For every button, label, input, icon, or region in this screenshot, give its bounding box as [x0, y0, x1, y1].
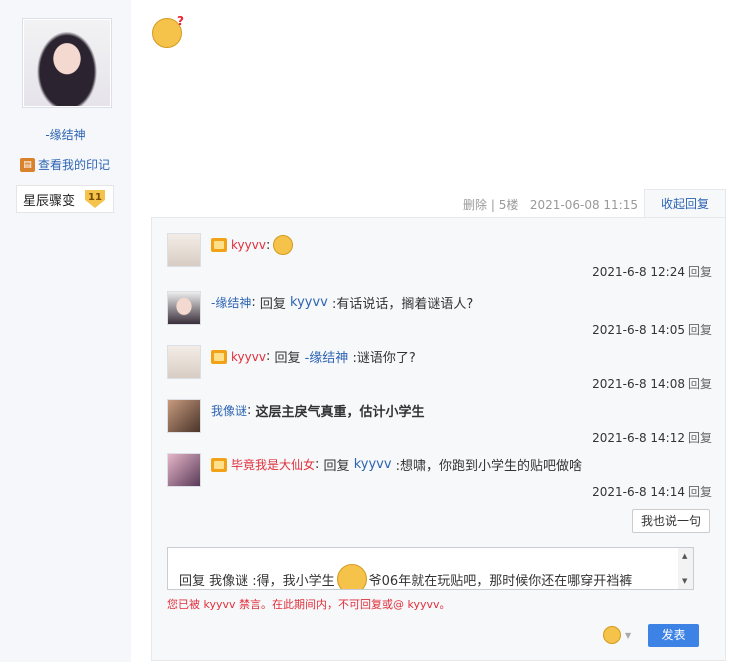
comment-text: :想啸，你跑到小学生的贴吧做啥 [395, 459, 583, 474]
level-badge[interactable]: 星辰骤变 11 [16, 185, 114, 213]
author-sidebar: -缘结神 ▤ 查看我的印记 星辰骤变 11 [0, 0, 131, 662]
emoji-picker-button[interactable]: ▼ [603, 626, 631, 644]
avatar[interactable] [167, 233, 201, 267]
editor-text-before: 回复 我像谜 :得，我小学生 [179, 573, 335, 589]
delete-link[interactable]: 删除 [463, 198, 487, 212]
comment-time: 2021-6-8 14:12 [592, 431, 685, 445]
post-datetime: 2021-06-08 11:15 [529, 198, 638, 212]
comment-time: 2021-6-8 14:14 [592, 485, 685, 499]
reply-target[interactable]: kyyvv [290, 295, 328, 310]
editor-text-after: 爷06年就在玩贴吧，那时候你还在哪穿开裆裤 [368, 573, 633, 589]
scroll-down-icon[interactable]: ▼ [682, 577, 687, 585]
editor-scrollbar[interactable]: ▲ ▼ [678, 548, 693, 589]
reply-link[interactable]: 回复 [688, 485, 712, 499]
collapse-replies-button[interactable]: 收起回复 [644, 189, 726, 218]
avatar[interactable] [167, 345, 201, 379]
comment-text: 这层主戾气真重，估计小学生 [255, 405, 425, 420]
comment-username[interactable]: -缘结神 [211, 294, 251, 311]
level-icon: 11 [85, 190, 105, 208]
doubt-face-icon: ? [152, 14, 184, 48]
reply-link[interactable]: 回复 [688, 265, 712, 279]
reply-link[interactable]: 回复 [688, 431, 712, 445]
avatar[interactable] [167, 453, 201, 487]
publish-button[interactable]: 发表 [648, 624, 699, 647]
comment-text: :谜语你了? [352, 351, 416, 366]
comment-username[interactable]: kyyvv [231, 350, 266, 364]
ban-notice: 您已被 kyyvv 禁言。在此期间内，不可回复或@ kyyvv。 [167, 598, 451, 611]
avatar[interactable] [167, 291, 201, 325]
author-avatar[interactable] [22, 18, 112, 108]
imprint-label: 查看我的印记 [38, 158, 111, 172]
comment-time: 2021-6-8 14:05 [592, 323, 685, 337]
view-imprint-link[interactable]: ▤ 查看我的印记 [20, 156, 110, 173]
smiley-icon [603, 626, 621, 644]
floor-number: 5楼 [498, 198, 519, 212]
crown-icon [211, 457, 227, 472]
smile-face-icon [336, 564, 367, 589]
reply-panel: kyyvv: 2021-6-8 12:24 回复 -缘结神: 回复 kyyvv :… [151, 217, 726, 661]
doubt-face-icon [273, 235, 294, 255]
author-name[interactable]: -缘结神 [0, 126, 131, 143]
comment-username[interactable]: 毕竟我是大仙女 [231, 456, 315, 473]
reply-editor[interactable]: 回复 我像谜 :得，我小学生 爷06年就在玩贴吧，那时候你还在哪穿开裆裤 ▲ ▼ [167, 547, 694, 590]
say-something-button[interactable]: 我也说一句 [632, 509, 710, 533]
reply-link[interactable]: 回复 [688, 377, 712, 391]
chevron-down-icon: ▼ [625, 630, 632, 640]
crown-icon [211, 238, 227, 252]
badge-label: 星辰骤变 [23, 193, 76, 209]
reply-target[interactable]: -缘结神 [305, 347, 349, 366]
comment-username[interactable]: 我像谜 [211, 402, 247, 419]
reply-link[interactable]: 回复 [688, 323, 712, 337]
comment-username[interactable]: kyyvv [231, 238, 266, 252]
comment-text: :有话说话，搁着谜语人? [332, 297, 474, 312]
post-meta: 删除 | 5楼 2021-06-08 11:15 [463, 198, 638, 212]
comment-time: 2021-6-8 12:24 [592, 265, 685, 279]
crown-icon [211, 349, 227, 364]
reply-target[interactable]: kyyvv [354, 457, 392, 472]
comment-time: 2021-6-8 14:08 [592, 377, 685, 391]
scroll-up-icon[interactable]: ▲ [682, 552, 687, 560]
book-icon: ▤ [20, 157, 35, 172]
avatar[interactable] [167, 399, 201, 433]
